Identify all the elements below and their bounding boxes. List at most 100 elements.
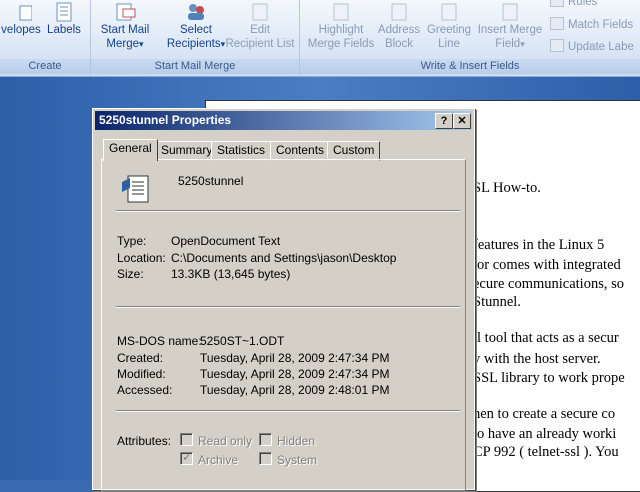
dialog-title-bar[interactable]: 5250stunnel Properties ? ✕ [95,111,472,130]
edit-recipient-label-2: Recipient List [225,38,295,50]
document-line: CP 992 ( telnet-ssl ). You [473,444,619,460]
edit-recipient-label-1: Edit [250,24,270,36]
document-line: features in the Linux 5 [473,237,605,253]
archive-checkbox[interactable]: ✓ [180,450,193,465]
file-name: 5250stunnel [178,174,244,188]
group-label-write-insert: Write & Insert Fields [300,59,640,74]
accessed-label: Accessed: [117,383,173,397]
read-only-checkbox[interactable] [180,433,193,446]
group-label-start-mail-merge: Start Mail Merge [91,59,299,74]
document-line: hen to create a secure co [473,406,616,422]
match-fields-button[interactable]: Match Fields [550,17,633,31]
document-file-icon [122,175,149,203]
created-label: Created: [117,351,164,365]
hidden-label: Hidden [277,434,316,448]
rules-button[interactable]: Rules [550,0,597,8]
insert-merge-label-2: Field [495,38,521,50]
dialog-title: 5250stunnel Properties [99,113,232,127]
help-icon: ? [440,115,448,127]
type-label: Type: [117,234,147,248]
archive-label: Archive [198,453,239,467]
properties-dialog: 5250stunnel Properties ? ✕ General Summa… [92,108,475,491]
edit-recipient-list-button[interactable]: Edit Recipient List [221,2,299,51]
general-tab-panel: 5250stunnel Type: OpenDocument Text Loca… [101,159,466,491]
hidden-checkbox[interactable] [259,433,272,446]
group-label-create: Create [0,59,90,74]
tab-contents[interactable]: Contents [270,141,331,161]
edit-list-icon [252,3,268,21]
accessed-value: Tuesday, April 28, 2009 2:48:01 PM [200,383,390,397]
insert-field-icon [502,3,518,21]
checkmark-icon: ✓ [182,450,193,464]
separator [116,210,460,212]
dropdown-arrow-icon: ▾ [139,39,144,49]
match-fields-label: Match Fields [568,19,634,31]
attributes-label: Attributes: [117,434,172,448]
ribbon-group-start-mail-merge: Start Mail Merge▾ Select Recipients ▾ Edi… [91,0,300,76]
envelope-icon [19,5,32,21]
dropdown-arrow-icon: ▾ [520,39,525,49]
msdos-name-label: MS-DOS name: [117,334,202,348]
greeting-label-2: Line [438,38,460,50]
document-line: ecure communications, so [473,276,624,292]
separator [116,306,460,308]
document-line: il tool that acts as a secur [473,330,619,346]
close-icon: ✕ [457,115,467,127]
recipients-icon [188,4,204,20]
rules-label: Rules [568,0,598,8]
start-mail-merge-label-2: Merge [106,38,140,50]
size-label: Size: [117,267,144,281]
greeting-line-icon [441,3,457,21]
tab-general[interactable]: General [103,139,158,161]
labels-icon [56,2,72,22]
tab-statistics[interactable]: Statistics [211,141,272,161]
mail-merge-icon [116,3,136,21]
greeting-line-button[interactable]: Greeting Line [424,2,474,51]
type-value: OpenDocument Text [171,234,281,248]
help-button[interactable]: ? [435,113,453,129]
insert-merge-field-button[interactable]: Insert Merge Field▾ [476,2,544,51]
address-block-button[interactable]: Address Block [376,2,422,51]
modified-label: Modified: [117,367,166,381]
system-label: System [277,453,318,467]
envelopes-label: velopes [1,24,41,36]
ribbon-group-write-insert: Highlight Merge Fields Address Block Gre… [300,0,640,76]
address-label-1: Address [377,24,421,36]
created-value: Tuesday, April 28, 2009 2:47:34 PM [200,351,390,365]
read-only-label: Read only [198,434,253,448]
envelopes-button[interactable]: velopes [0,2,42,37]
tab-custom[interactable]: Custom [327,141,381,161]
tab-summary[interactable]: Summary [155,141,219,161]
highlight-icon [333,3,349,21]
update-labels-button[interactable]: Update Labe [550,39,634,53]
close-button[interactable]: ✕ [453,113,471,129]
document-line: y with the host server. [473,351,601,367]
location-value: C:\Documents and Settings\jason\Desktop [171,251,397,265]
modified-value: Tuesday, April 28, 2009 2:47:34 PM [200,367,390,381]
ribbon: velopes Labels Create Start Mail Merge▾ … [0,0,640,77]
match-fields-icon [550,17,564,30]
size-value: 13.3KB (13,645 bytes) [171,267,291,281]
document-line: Stunnel. [473,294,521,310]
document-line: tor comes with integrated [473,257,621,273]
highlight-merge-fields-button[interactable]: Highlight Merge Fields [304,2,378,51]
msdos-name-value: 5250ST~1.ODT [200,334,285,348]
highlight-label-2: Merge Fields [307,38,375,50]
document-line: to have an already worki [473,426,617,442]
start-mail-merge-label-1: Start Mail [100,24,150,36]
ribbon-group-create: velopes Labels Create [0,0,91,76]
document-line: SL How-to. [473,180,541,196]
location-label: Location: [117,251,166,265]
select-recipients-label-1: Select [180,24,212,36]
insert-merge-label-1: Insert Merge [477,24,543,36]
start-mail-merge-button[interactable]: Start Mail Merge▾ [95,2,155,51]
labels-button[interactable]: Labels [44,2,84,37]
update-labels-label: Update Labe [568,41,634,53]
system-checkbox[interactable] [259,452,272,465]
highlight-label-1: Highlight [318,24,364,36]
labels-label: Labels [47,24,81,36]
address-label-2: Block [384,38,414,50]
separator [116,410,460,412]
greeting-label-1: Greeting [426,24,472,36]
select-recipients-label-2: Recipients [166,38,221,50]
